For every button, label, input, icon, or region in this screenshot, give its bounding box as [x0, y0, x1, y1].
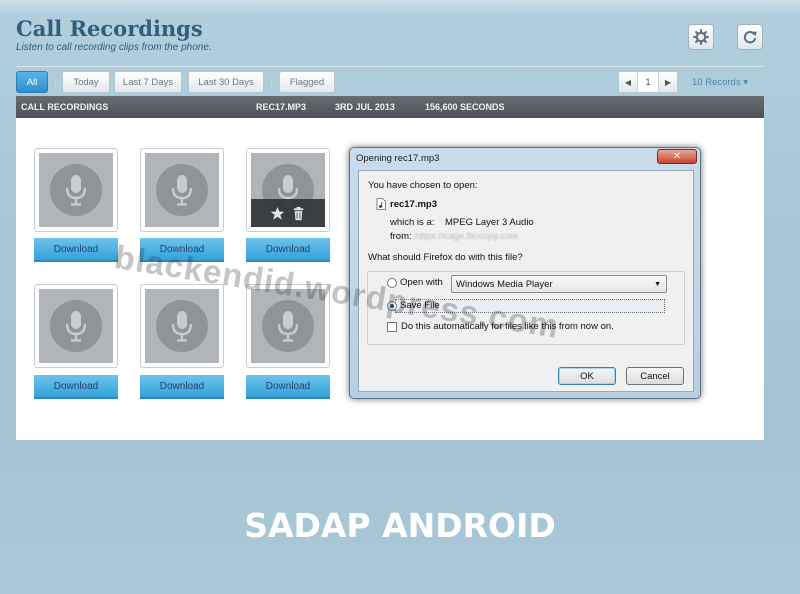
open-file-dialog: Opening rec17.mp3 ✕ You have chosen to o… — [349, 147, 701, 399]
dialog-close-button[interactable]: ✕ — [657, 149, 697, 164]
filter-today-button[interactable]: Today — [62, 71, 110, 93]
filter-flagged-button[interactable]: Flagged — [279, 71, 335, 93]
previous-page-icon[interactable]: ◀ — [619, 72, 637, 92]
records-per-page-dropdown[interactable]: 10 Records ▾ — [692, 77, 748, 88]
trash-icon[interactable] — [291, 206, 306, 221]
chevron-down-icon: ▼ — [654, 281, 661, 288]
recording-tile[interactable] — [34, 284, 118, 368]
gear-icon — [693, 29, 709, 45]
microphone-icon — [171, 311, 193, 342]
header-date: 3RD JUL 2013 — [335, 102, 395, 112]
filter-last-7-days-button[interactable]: Last 7 Days — [114, 71, 182, 93]
file-icon — [376, 198, 386, 210]
dialog-from-label: from: — [390, 231, 412, 242]
dialog-from-value: https://cage.flexispy.com — [415, 231, 519, 242]
page-number[interactable]: 1 — [637, 72, 659, 92]
top-glow — [0, 0, 800, 14]
recording-tile[interactable] — [140, 148, 224, 232]
dialog-type-label: which is a: — [390, 217, 435, 228]
header-divider — [16, 66, 764, 67]
refresh-button[interactable] — [737, 24, 763, 50]
open-with-app: Windows Media Player — [456, 278, 553, 290]
header-file-name: REC17.MP3 — [256, 102, 307, 112]
tile-actions-overlay — [251, 199, 325, 227]
download-button[interactable]: Download — [34, 238, 118, 262]
microphone-icon — [65, 311, 87, 342]
download-button[interactable]: Download — [140, 375, 224, 399]
header-section-label: CALL RECORDINGS — [21, 102, 109, 112]
header-duration: 156,600 SECONDS — [425, 102, 505, 112]
dialog-intro-text: You have chosen to open: — [368, 180, 478, 191]
dialog-question: What should Firefox do with this file? — [368, 252, 523, 263]
filter-last-30-days-button[interactable]: Last 30 Days — [188, 71, 264, 93]
cancel-button[interactable]: Cancel — [626, 367, 684, 385]
dialog-type-value: MPEG Layer 3 Audio — [445, 217, 534, 228]
recording-tile[interactable] — [246, 148, 330, 232]
recordings-header-bar: CALL RECORDINGS REC17.MP3 3RD JUL 2013 1… — [16, 96, 764, 118]
page-subtitle: Listen to call recording clips from the … — [16, 42, 212, 53]
download-button[interactable]: Download — [34, 375, 118, 399]
filter-separator — [271, 77, 272, 87]
download-button[interactable]: Download — [246, 238, 330, 262]
dialog-title: Opening rec17.mp3 — [356, 153, 440, 164]
filter-separator — [55, 77, 56, 87]
filter-all-button[interactable]: All — [16, 71, 48, 93]
next-page-icon[interactable]: ▶ — [659, 72, 677, 92]
refresh-icon — [743, 31, 757, 44]
open-with-select[interactable]: Windows Media Player ▼ — [451, 275, 667, 293]
recording-tile[interactable] — [140, 284, 224, 368]
pager: ◀ 1 ▶ — [618, 71, 678, 93]
microphone-icon — [171, 175, 193, 206]
ok-button[interactable]: OK — [558, 367, 616, 385]
microphone-icon — [277, 311, 299, 342]
auto-action-checkbox[interactable] — [387, 322, 397, 332]
dialog-body: You have chosen to open: rec17.mp3 which… — [358, 170, 694, 392]
recording-tile[interactable] — [34, 148, 118, 232]
download-button[interactable]: Download — [246, 375, 330, 399]
dialog-file-name: rec17.mp3 — [390, 199, 438, 210]
star-icon[interactable] — [270, 206, 285, 221]
microphone-icon — [65, 175, 87, 206]
footer-caption: SADAP ANDROID — [244, 506, 556, 545]
settings-button[interactable] — [688, 24, 714, 50]
page-title: Call Recordings — [16, 16, 203, 41]
